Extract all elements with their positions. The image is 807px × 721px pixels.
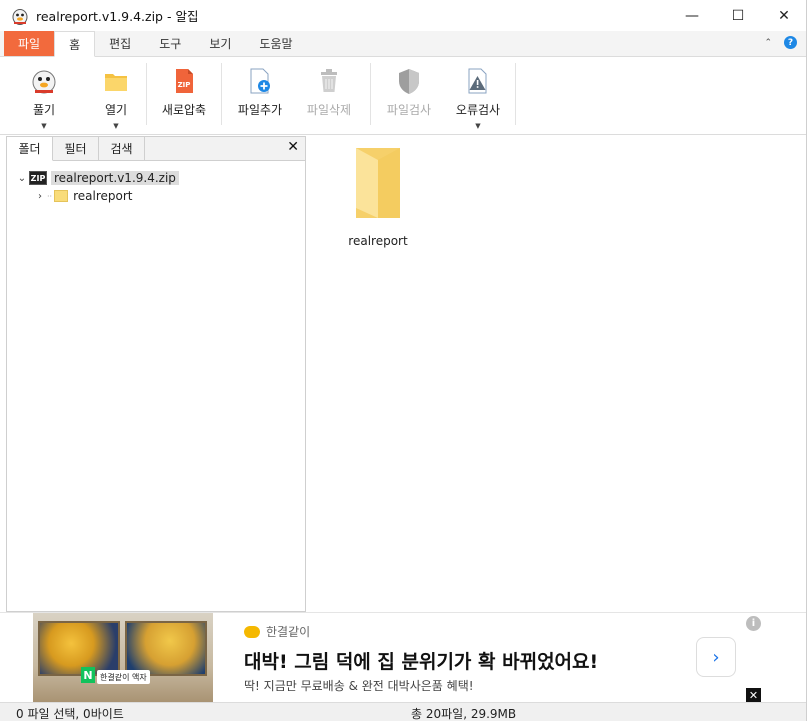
- file-item[interactable]: realreport: [345, 148, 411, 248]
- collapse-ribbon-icon[interactable]: ⌃: [764, 38, 772, 48]
- unzip-dropdown-caret[interactable]: ▼: [41, 122, 46, 130]
- ad-headline[interactable]: 대박! 그림 덕에 집 분위기가 확 바뀌었어요!: [244, 647, 598, 674]
- collapse-arrow-icon[interactable]: ⌄: [15, 173, 29, 184]
- maximize-button[interactable]: ☐: [715, 0, 761, 31]
- new-archive-button[interactable]: ZIP 새로압축: [147, 57, 221, 133]
- folder-open-icon: [102, 67, 130, 95]
- file-item-label: realreport: [348, 234, 408, 248]
- minimize-button[interactable]: —: [669, 0, 715, 31]
- brand-logo-icon: [244, 625, 260, 638]
- help-icon[interactable]: ?: [784, 36, 797, 49]
- zip-archive-icon: ZIP: [170, 67, 198, 95]
- open-label: 열기: [104, 103, 128, 117]
- tree-row-root[interactable]: ⌄ ZIP realreport.v1.9.4.zip: [7, 169, 305, 187]
- ad-image-badge: 한결같이 액자: [97, 670, 150, 684]
- trash-icon: [315, 67, 343, 95]
- delete-file-label: 파일삭제: [306, 103, 352, 117]
- new-archive-label: 새로압축: [161, 103, 207, 117]
- open-dropdown-caret[interactable]: ▼: [113, 122, 118, 130]
- separator: [515, 63, 516, 125]
- open-button[interactable]: 열기 ▼: [88, 57, 144, 133]
- error-check-label: 오류검사: [455, 103, 501, 117]
- tree-child-label[interactable]: realreport: [73, 189, 132, 203]
- title-bar: realreport.v1.9.4.zip - 알집 — ☐ ✕: [0, 0, 807, 31]
- add-file-button[interactable]: 파일추가: [222, 57, 298, 133]
- tab-view[interactable]: 보기: [195, 31, 245, 56]
- painting-image: [38, 621, 120, 676]
- add-file-icon: [246, 67, 274, 95]
- panel-close-button[interactable]: ✕: [287, 139, 299, 155]
- tree-root-label[interactable]: realreport.v1.9.4.zip: [51, 171, 179, 185]
- tab-edit[interactable]: 편집: [95, 31, 145, 56]
- ad-arrow-button[interactable]: ›: [696, 637, 736, 677]
- close-button[interactable]: ✕: [761, 0, 807, 31]
- unzip-label: 풀기: [32, 103, 56, 117]
- panel-tab-search[interactable]: 검색: [99, 137, 145, 160]
- unzip-icon: [30, 67, 58, 95]
- ad-image[interactable]: N 한결같이 액자: [33, 613, 213, 703]
- folder-icon: [54, 190, 69, 202]
- ad-info-icon[interactable]: i: [746, 616, 761, 631]
- painting-image: [125, 621, 207, 676]
- file-list-area[interactable]: realreport: [309, 136, 807, 612]
- error-check-button[interactable]: 오류검사 ▼: [447, 57, 509, 133]
- panel-tab-folder[interactable]: 폴더: [7, 137, 53, 161]
- naver-logo-icon: N: [81, 667, 95, 683]
- status-selection: 0 파일 선택, 0바이트: [16, 707, 124, 721]
- window-title: realreport.v1.9.4.zip - 알집: [36, 9, 199, 24]
- scan-file-label: 파일검사: [386, 103, 432, 117]
- warning-file-icon: [464, 67, 492, 95]
- alzip-app-icon: [11, 7, 29, 25]
- tab-help[interactable]: 도움말: [245, 31, 306, 56]
- expand-arrow-icon[interactable]: ›: [33, 191, 47, 202]
- tab-tools[interactable]: 도구: [145, 31, 195, 56]
- tab-file[interactable]: 파일: [4, 31, 55, 56]
- ribbon-toolbar: 풀기 ▼ 열기 ▼ ZIP 새로압축 파일추가 파일삭제 파일검사 오류검사 ▼: [0, 57, 807, 135]
- unzip-button[interactable]: 풀기 ▼: [0, 57, 88, 133]
- status-total: 총 20파일, 29.9MB: [411, 707, 517, 721]
- add-file-label: 파일추가: [237, 103, 283, 117]
- tree-row-child[interactable]: › ·· realreport: [7, 187, 305, 205]
- ad-brand: 한결같이: [244, 623, 310, 640]
- folder-tree: ⌄ ZIP realreport.v1.9.4.zip › ·· realrep…: [7, 161, 305, 205]
- panel-tab-bar: 폴더 필터 검색 ✕: [7, 137, 305, 161]
- ad-banner[interactable]: N 한결같이 액자 한결같이 대박! 그림 덕에 집 분위기가 확 바뀌었어요!…: [0, 612, 807, 703]
- ribbon-tab-bar: 파일 홈 편집 도구 보기 도움말 ⌃ ?: [0, 31, 807, 57]
- ad-subtext[interactable]: 딱! 지금만 무료배송 & 완전 대박사은품 혜택!: [244, 677, 474, 694]
- zip-file-icon: ZIP: [29, 171, 47, 185]
- ad-brand-name: 한결같이: [266, 625, 311, 639]
- ad-close-button[interactable]: ✕: [746, 688, 761, 703]
- folder-icon: [348, 148, 408, 218]
- error-check-dropdown-caret[interactable]: ▼: [475, 122, 480, 130]
- folder-panel: 폴더 필터 검색 ✕ ⌄ ZIP realreport.v1.9.4.zip ›…: [6, 136, 306, 612]
- status-bar: 0 파일 선택, 0바이트 총 20파일, 29.9MB: [0, 702, 807, 721]
- shield-icon: [395, 67, 423, 95]
- svg-text:ZIP: ZIP: [178, 81, 191, 89]
- panel-tab-filter[interactable]: 필터: [53, 137, 99, 160]
- scan-file-button[interactable]: 파일검사: [371, 57, 447, 133]
- tree-connector: ··: [47, 191, 53, 201]
- delete-file-button[interactable]: 파일삭제: [298, 57, 360, 133]
- tab-home[interactable]: 홈: [54, 31, 96, 57]
